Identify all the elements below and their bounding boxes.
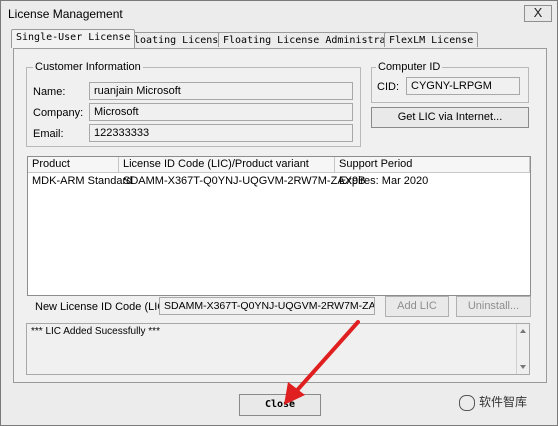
column-header-lic[interactable]: License ID Code (LIC)/Product variant [119,157,335,173]
new-lic-label: New License ID Code (LIC): [35,301,172,313]
uninstall-button[interactable]: Uninstall... [456,296,531,317]
column-header-product[interactable]: Product [28,157,119,173]
row-lic: SDAMM-X367T-Q0YNJ-UQGVM-2RW7M-ZAX9B [123,175,366,187]
name-label: Name: [33,86,66,98]
get-lic-via-internet-button[interactable]: Get LIC via Internet... [371,107,529,128]
status-message: *** LIC Added Sucessfully *** [31,326,160,337]
row-support-period: Expires: Mar 2020 [339,175,429,187]
window-close-icon[interactable]: X [524,5,552,22]
cid-field: CYGNY-LRPGM [406,77,520,95]
add-lic-button[interactable]: Add LIC [385,296,449,317]
email-label: Email: [33,128,64,140]
status-message-box: *** LIC Added Sucessfully *** [26,323,530,375]
tab-floating-license-administrator[interactable]: Floating License Administrator [218,32,409,47]
watermark: 软件智库 [459,393,527,411]
tab-flexlm-license[interactable]: FlexLM License [384,32,479,47]
watermark-logo-icon [459,394,475,411]
watermark-text: 软件智库 [479,395,528,409]
cid-label: CID: [377,81,399,93]
scroll-up-icon[interactable] [520,329,526,333]
title-bar: License Management X [1,1,557,27]
tab-panel-single-user: Customer Information Name: ruanjain Micr… [13,48,547,383]
tab-floating-license[interactable]: Floating License [123,32,230,47]
customer-info-group-label: Customer Information [33,61,143,73]
message-scrollbar[interactable] [516,324,529,374]
license-management-window: License Management X Single-User License… [0,0,558,426]
company-field[interactable]: Microsoft [89,103,353,121]
name-field[interactable]: ruanjain Microsoft [89,82,353,100]
company-label: Company: [33,107,84,119]
scroll-down-icon[interactable] [520,365,526,369]
row-product: MDK-ARM Standard [32,175,133,187]
new-lic-input[interactable]: SDAMM-X367T-Q0YNJ-UQGVM-2RW7M-ZAX9B [159,297,375,315]
email-field[interactable]: 122333333 [89,124,353,142]
computer-id-group-label: Computer ID [376,61,443,73]
tab-single-user-license[interactable]: Single-User License [11,29,136,48]
column-header-support-period[interactable]: Support Period [335,157,530,173]
license-table: Product License ID Code (LIC)/Product va… [27,156,531,296]
window-title: License Management [8,7,123,21]
customer-info-group: Customer Information Name: ruanjain Micr… [26,61,361,147]
close-button[interactable]: Close [239,394,321,416]
computer-id-group: Computer ID CID: CYGNY-LRPGM [371,61,529,103]
